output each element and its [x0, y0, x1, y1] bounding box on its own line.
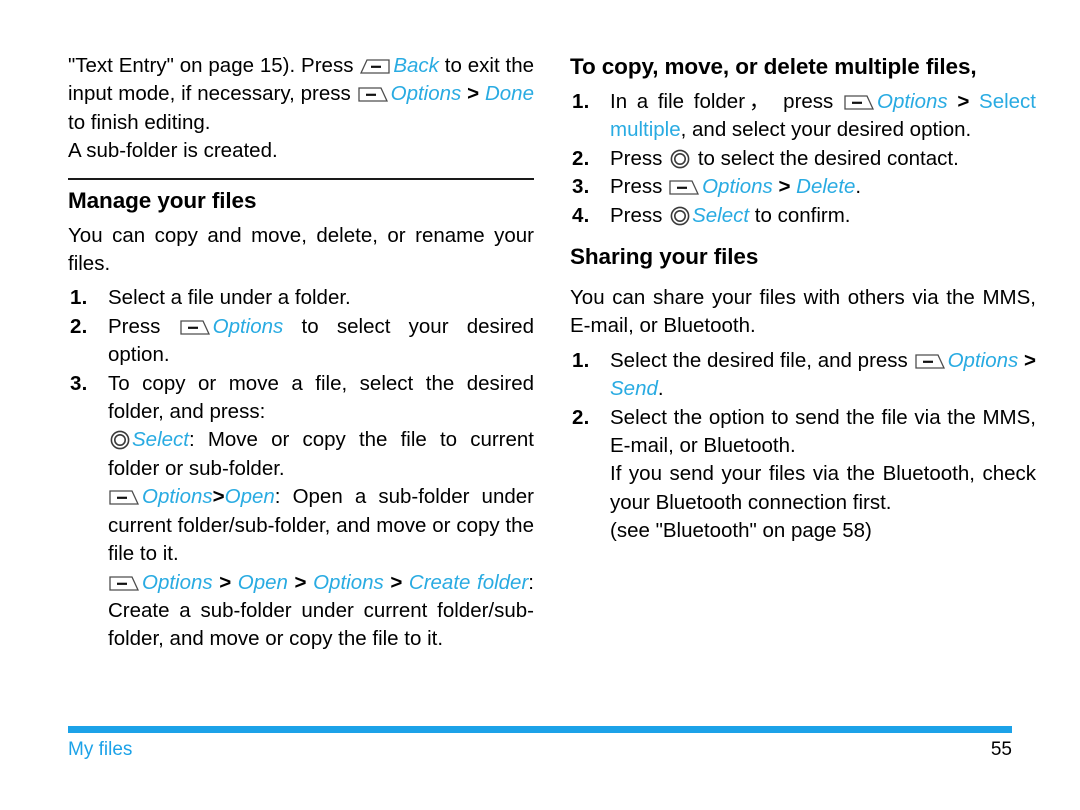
key-label-create-folder: Create folder — [408, 570, 529, 594]
key-label-options: Options — [877, 90, 948, 113]
right-softkey-icon — [360, 59, 390, 74]
list-item-pre: Press — [610, 146, 663, 170]
list-item-post: . — [855, 175, 862, 199]
list-number: 2. — [572, 405, 590, 429]
list-item: 2. Press to select the desired contact. — [570, 145, 1036, 173]
sharing-intro-paragraph: You can share your files with others via… — [570, 286, 1036, 338]
list-item-post: to confirm. — [754, 203, 851, 227]
left-softkey-icon — [109, 575, 139, 591]
list-number: 1. — [70, 286, 88, 310]
bluetooth-reference: (see "Bluetooth" on page 58) — [610, 519, 872, 543]
menu-separator: > — [390, 570, 403, 594]
key-label-done: Done — [484, 82, 534, 106]
list-item-pre: Press — [610, 203, 663, 227]
list-item: 3. Press Options > Delete. — [570, 173, 1036, 201]
menu-separator: > — [467, 82, 480, 106]
key-label-options: Options — [142, 485, 213, 509]
menu-separator: > — [219, 570, 232, 594]
left-softkey-icon — [109, 490, 139, 505]
continued-paragraph: "Text Entry" on page 15). Press Back to … — [68, 52, 534, 137]
left-column: "Text Entry" on page 15). Press Back to … — [68, 52, 534, 654]
list-item-pre: Select the desired file, and press — [610, 348, 908, 372]
key-label-options: Options — [390, 82, 462, 106]
list-item: 1. Select the desired file, and press Opt… — [570, 347, 1036, 404]
list-item-post: to select the desired contact. — [697, 146, 959, 170]
manage-steps-list: 1. Select a file under a folder. 2. Press … — [68, 284, 534, 426]
menu-separator: > — [212, 485, 225, 509]
heading-manage-your-files: Manage your files — [68, 187, 257, 213]
multiple-files-steps-list: 1. In a file folder， press Options > Sele… — [570, 88, 1036, 230]
list-number: 2. — [70, 314, 88, 338]
list-item: 3. To copy or move a file, select the des… — [68, 370, 534, 427]
manual-page: "Text Entry" on page 15). Press Back to … — [0, 0, 1080, 810]
list-item-post: . — [657, 377, 664, 401]
list-item: 2. Press Options to select your desired o… — [68, 313, 534, 370]
continued-text-part1: "Text Entry" on page 15). Press — [68, 54, 354, 77]
key-label-select: Select — [132, 428, 189, 452]
left-softkey-icon — [844, 95, 874, 110]
key-label-open: Open — [224, 485, 275, 509]
list-item: 2. Select the option to send the file via… — [570, 404, 1036, 461]
key-label-options: Options — [702, 175, 773, 199]
footer-section-label: My files — [68, 739, 133, 760]
sub-item-select: Select: Move or copy the file to current… — [68, 426, 534, 483]
list-number: 1. — [572, 348, 590, 372]
menu-separator: > — [1024, 348, 1037, 372]
left-softkey-icon — [357, 87, 388, 103]
manage-intro-paragraph: You can copy and move, delete, or rename… — [68, 223, 534, 276]
key-label-options-2: Options — [313, 570, 384, 594]
select-key-icon — [670, 206, 690, 226]
key-label-options: Options — [212, 314, 284, 338]
key-label-select: Select — [692, 203, 750, 227]
list-item-text: Select the option to send the file via t… — [610, 405, 1036, 458]
left-softkey-icon — [914, 354, 945, 369]
sub-item-create-folder: Options > Open > Options > Create folder… — [68, 569, 534, 654]
list-item-post: to select your desired option. — [108, 314, 534, 367]
list-number: 3. — [70, 371, 88, 395]
footer-accent-bar — [68, 726, 1012, 733]
left-softkey-icon — [669, 180, 700, 195]
select-key-icon — [110, 430, 130, 450]
list-number: 2. — [572, 146, 590, 170]
sub-item-options-open: Options>Open: Open a sub-folder under cu… — [68, 483, 534, 568]
list-number: 1. — [572, 90, 590, 113]
key-label-back: Back — [393, 54, 439, 77]
left-softkey-icon — [179, 320, 210, 335]
heading-copy-move-delete-multiple: To copy, move, or delete multiple files, — [570, 54, 977, 79]
menu-separator: > — [294, 570, 307, 594]
list-number: 3. — [572, 175, 590, 199]
list-item-pre: In a file folder， press — [610, 90, 834, 113]
list-item: 1. Select a file under a folder. — [68, 284, 534, 312]
key-label-open: Open — [237, 570, 288, 594]
key-label-send: Send — [610, 377, 658, 401]
list-item-pre: Press — [108, 314, 161, 338]
list-item: 4. Press Select to confirm. — [570, 202, 1036, 230]
key-label-options: Options — [142, 570, 213, 594]
page-footer: My files 55 — [68, 726, 1012, 761]
footer-page-number: 55 — [990, 739, 1012, 760]
list-item-pre: Press — [610, 175, 663, 199]
menu-separator: > — [957, 90, 970, 113]
heading-sharing-your-files: Sharing your files — [570, 244, 759, 270]
footer-row: My files 55 — [68, 739, 1012, 761]
sub-folder-note: A sub-folder is created. — [68, 139, 278, 163]
bluetooth-note: If you send your files via the Bluetooth… — [610, 462, 1036, 514]
key-label-options: Options — [947, 348, 1019, 372]
right-column: To copy, move, or delete multiple files,… — [570, 52, 1036, 546]
continued-text-part3: to finish editing. — [68, 110, 211, 134]
sharing-steps-list: 1. Select the desired file, and press Opt… — [570, 347, 1036, 461]
menu-separator: > — [778, 175, 791, 199]
list-item-post: , and select your desired option. — [680, 118, 972, 142]
list-item: 1. In a file folder， press Options > Sele… — [570, 88, 1036, 145]
key-label-delete: Delete — [796, 175, 856, 199]
list-number: 4. — [572, 203, 590, 227]
select-key-icon — [670, 149, 690, 169]
list-item-text: Select a file under a folder. — [108, 286, 351, 310]
list-item-text: To copy or move a file, select the desir… — [108, 371, 534, 424]
